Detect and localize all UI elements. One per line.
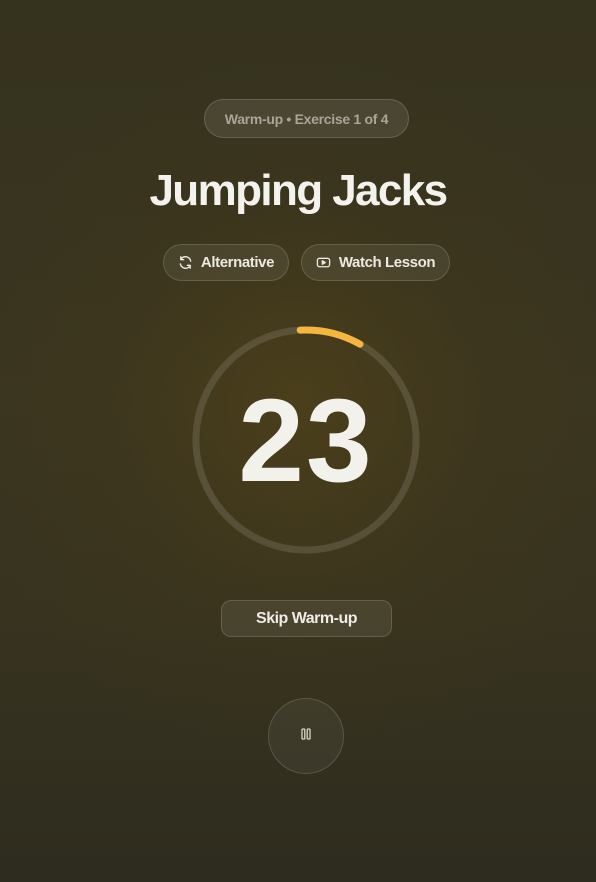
watch-lesson-button[interactable]: Watch Lesson — [301, 244, 450, 281]
alternative-label: Alternative — [200, 254, 275, 271]
pause-button[interactable] — [268, 698, 344, 774]
play-video-icon — [316, 255, 331, 270]
countdown-timer: 23 — [188, 322, 424, 558]
exercise-progress-text: Warm-up • Exercise 1 of 4 — [224, 110, 389, 127]
exercise-title: Jumping Jacks — [149, 166, 448, 215]
pause-icon — [300, 727, 312, 746]
watch-lesson-label: Watch Lesson — [338, 254, 436, 271]
refresh-icon — [178, 255, 193, 270]
seconds-remaining: 23 — [238, 375, 374, 507]
exercise-progress-badge: Warm-up • Exercise 1 of 4 — [204, 99, 409, 138]
skip-warmup-button[interactable]: Skip Warm-up — [221, 600, 392, 637]
skip-warmup-label: Skip Warm-up — [256, 609, 357, 627]
alternative-button[interactable]: Alternative — [163, 244, 289, 281]
